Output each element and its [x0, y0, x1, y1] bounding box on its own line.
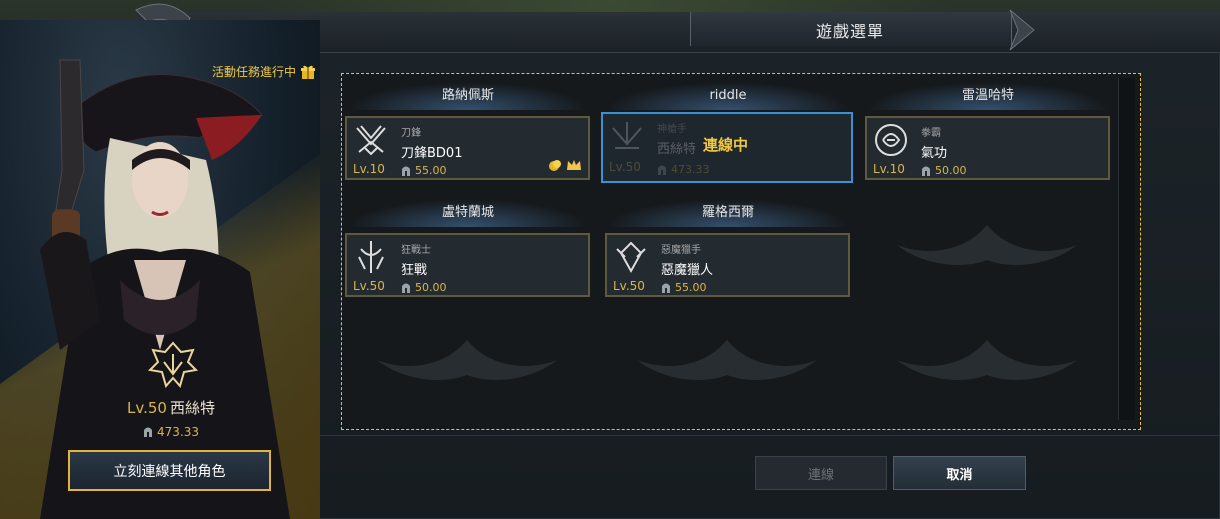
event-quest-banner[interactable]: 活動任務進行中	[212, 63, 316, 80]
character-portrait	[0, 20, 320, 519]
character-power: 473.33	[657, 163, 710, 176]
connect-button[interactable]: 連線	[755, 456, 887, 490]
character-class: 拳霸	[921, 128, 941, 139]
list-scrollbar[interactable]	[1118, 78, 1135, 420]
character-card-selected[interactable]: Lv.50 神槍手 西絲特 473.33 連線中	[601, 112, 853, 183]
coin-icon	[549, 160, 561, 171]
current-character-name: Lv.50 西絲特	[127, 399, 215, 417]
character-class: 刀鋒	[401, 128, 421, 139]
helmet-icon	[144, 427, 152, 437]
character-card[interactable]: Lv.10 刀鋒 刀鋒BD01 55.00	[345, 116, 590, 180]
character-card[interactable]: Lv.50 惡魔獵手 惡魔獵人 55.00	[605, 233, 850, 297]
frame-ornament-right-icon	[1009, 9, 1035, 51]
character-power: 55.00	[661, 281, 707, 294]
server-header-riddle: riddle	[606, 82, 850, 110]
empty-slot-crest-icon	[637, 340, 817, 380]
character-level: Lv.50	[609, 160, 641, 174]
connecting-status: 連線中	[703, 136, 749, 154]
server-header-rogsiel: 羅格西爾	[606, 199, 850, 227]
gunslinger-class-icon	[612, 122, 642, 149]
martial-artist-class-icon	[875, 124, 907, 156]
character-class: 狂戰士	[401, 245, 431, 256]
character-level: Lv.50	[613, 279, 645, 293]
character-power: 50.00	[921, 164, 967, 177]
server-header-lunapes: 路納佩斯	[348, 82, 588, 110]
character-level: Lv.10	[353, 162, 385, 176]
empty-slot-crest-icon	[897, 340, 1077, 380]
gift-icon	[301, 65, 316, 79]
switch-character-button[interactable]: 立刻連線其他角色	[68, 450, 271, 491]
helmet-icon	[658, 165, 666, 175]
character-name: 狂戰	[401, 263, 428, 278]
gunslinger-class-emblem-icon	[147, 341, 199, 389]
cancel-button[interactable]: 取消	[893, 456, 1026, 490]
empty-slot-crest-icon	[377, 340, 557, 380]
blade-class-icon	[356, 125, 386, 156]
footer-divider	[312, 435, 1220, 436]
berserker-class-icon	[358, 241, 384, 273]
character-card[interactable]: Lv.10 拳霸 氣功 50.00	[865, 116, 1110, 180]
empty-slot-crest-icon	[897, 225, 1077, 265]
character-level: Lv.50	[353, 279, 385, 293]
character-power: 50.00	[401, 281, 447, 294]
character-name: 刀鋒BD01	[401, 146, 463, 161]
server-header-ravenhart: 雷溫哈特	[866, 82, 1110, 110]
character-class: 惡魔獵手	[661, 245, 701, 256]
helmet-icon	[402, 166, 410, 176]
character-name: 惡魔獵人	[661, 263, 714, 278]
server-header-luterra: 盧特蘭城	[348, 199, 588, 227]
window-title: 遊戲選單	[815, 22, 884, 41]
character-level: Lv.10	[873, 162, 905, 176]
character-power: 55.00	[401, 164, 447, 177]
helmet-icon	[922, 166, 930, 176]
character-name: 氣功	[921, 146, 948, 161]
character-card[interactable]: Lv.50 狂戰士 狂戰 50.00	[345, 233, 590, 297]
helmet-icon	[662, 283, 670, 293]
current-character-power: 473.33	[106, 425, 236, 439]
character-class: 神槍手	[657, 124, 687, 135]
gunslinger-portrait-illustration	[40, 59, 290, 519]
demon-hunter-class-icon	[616, 241, 646, 274]
crown-icon	[567, 160, 581, 170]
character-name: 西絲特	[657, 142, 697, 157]
helmet-icon	[402, 283, 410, 293]
